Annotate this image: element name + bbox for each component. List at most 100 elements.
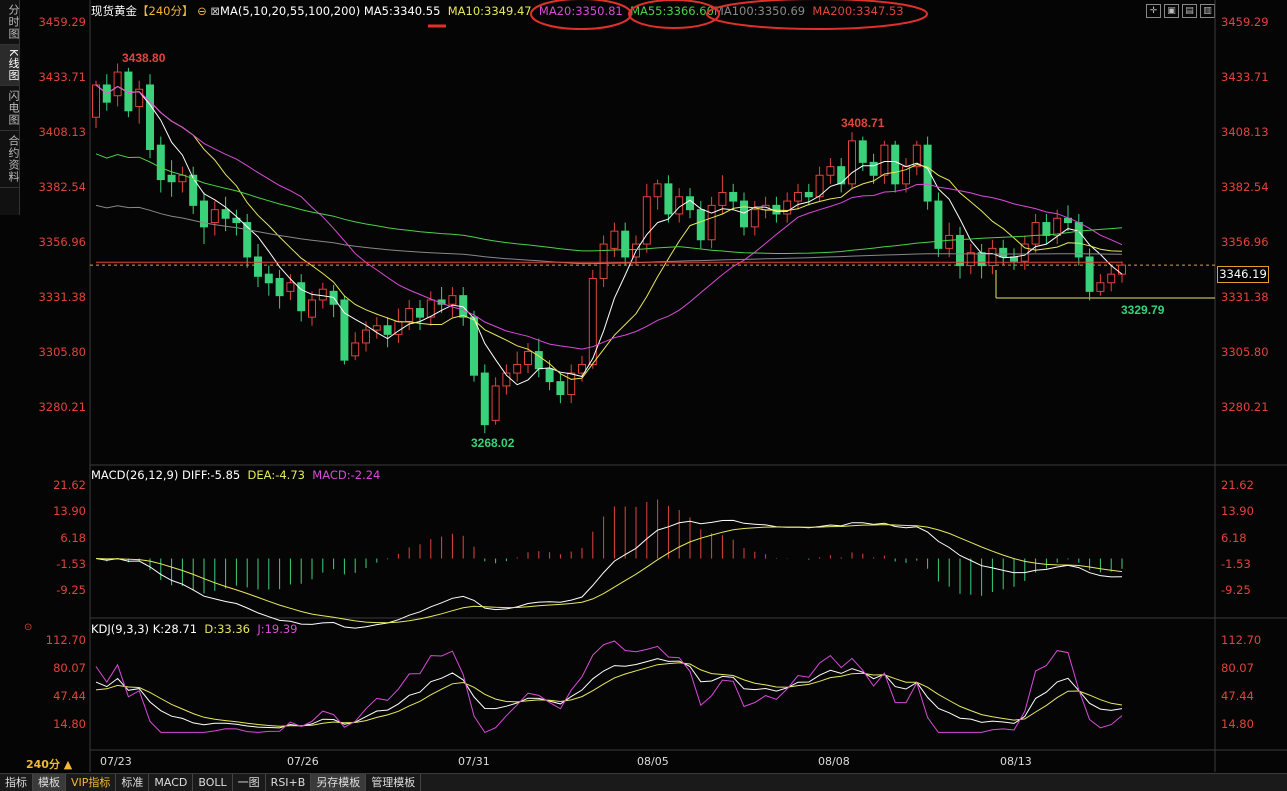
price-axes-tick: 3459.29	[1221, 15, 1269, 29]
price-axes-tick: 3433.71	[1221, 69, 1269, 84]
candle-body	[135, 88, 144, 107]
candle-body	[318, 288, 327, 301]
candle-body	[1053, 217, 1062, 236]
candle-body	[340, 299, 349, 361]
price-axes-tick: 3356.96	[38, 234, 86, 249]
candle-body	[221, 209, 230, 219]
candle-body	[794, 191, 802, 202]
ma100-value: MA100:3350.69	[713, 4, 806, 18]
candle-body	[502, 372, 511, 387]
candle-body	[545, 368, 554, 383]
candle-body	[923, 144, 932, 202]
candle-body	[675, 196, 684, 215]
candle-body	[664, 183, 673, 215]
kdj-j: J:19.39	[257, 622, 298, 636]
symbol-name: 现货黄金	[91, 4, 137, 18]
tab-macd[interactable]: MACD	[149, 774, 194, 791]
candle-body	[632, 243, 640, 258]
kdj-k-line	[95, 658, 1123, 729]
price-axes-tick: 3280.21	[38, 400, 86, 414]
period-selector[interactable]: 240分 ▲	[26, 756, 72, 772]
recent-low-label: 3329.79	[1121, 303, 1165, 317]
candle-body	[804, 191, 813, 198]
price-axes-tick: 3382.54	[1221, 180, 1269, 194]
candle-body	[308, 299, 316, 318]
tab-vip-indicator[interactable]: VIP指标	[66, 774, 117, 791]
candle-body	[891, 144, 900, 185]
ma10-line	[95, 84, 1123, 380]
candle-body	[480, 372, 489, 426]
macd-title: MACD(26,12,9)	[91, 468, 179, 482]
kdj-settings-icon[interactable]: ⊙	[24, 622, 32, 633]
chart-window: { "left_tabs": ["分时图","K线图","闪电图","合约资料"…	[0, 0, 1287, 791]
tab-manage-template[interactable]: 管理模板	[366, 774, 422, 791]
candle-body	[1118, 264, 1126, 275]
candle-body	[718, 191, 727, 206]
candle-body	[534, 351, 543, 370]
candle-body	[113, 71, 122, 97]
candle-body	[761, 204, 770, 211]
candle-body	[448, 295, 457, 305]
candle-body	[837, 166, 846, 185]
candle-body	[329, 290, 338, 305]
crosshair-icon[interactable]: ✛	[1146, 4, 1161, 18]
kdj-title: KDJ(9,3,3)	[91, 622, 150, 636]
candle-body	[156, 144, 165, 181]
candle-body	[210, 209, 219, 224]
candle-body	[815, 174, 824, 198]
settings-icon[interactable]: ⊖	[197, 4, 207, 18]
tab-save-template[interactable]: 另存模板	[311, 774, 367, 791]
kdj-axes-tick: 80.07	[1221, 660, 1254, 675]
candle-body	[653, 183, 662, 198]
ma200-value: MA200:3347.53	[812, 4, 904, 18]
macd-axes-tick: -1.53	[1221, 556, 1251, 571]
date-label: 08/05	[637, 755, 669, 768]
ma10-value: MA10:3349.47	[447, 4, 532, 18]
tab-rsi-b[interactable]: RSI+B	[266, 774, 312, 791]
candle-body	[92, 84, 100, 118]
ma-params: MA(5,10,20,55,100,200)	[220, 4, 361, 18]
ma5-value: MA5:3340.55	[363, 4, 441, 18]
kdj-axes-tick: 47.44	[1221, 688, 1254, 703]
candle-body	[966, 252, 975, 267]
candle-body	[956, 234, 964, 267]
tab-one-chart[interactable]: 一图	[233, 774, 266, 791]
ma20-value: MA20:3350.81	[538, 4, 623, 18]
tab-boll[interactable]: BOLL	[193, 774, 233, 791]
candle-body	[599, 243, 608, 279]
candle-body	[934, 200, 943, 249]
draw-icon[interactable]: ▣	[1164, 4, 1179, 18]
candle-body	[286, 282, 295, 292]
chart-tools: ✛ ▣ ▤ ▥	[1143, 2, 1215, 18]
tab-indicator[interactable]: 指标	[0, 774, 33, 791]
zoom-icon[interactable]: ▥	[1200, 4, 1215, 18]
candle-body	[826, 166, 835, 176]
tab-standard[interactable]: 标准	[116, 774, 150, 791]
candle-body	[1020, 243, 1029, 262]
tab-template[interactable]: 模板	[33, 774, 66, 791]
date-label: 08/13	[1000, 755, 1032, 768]
kdj-axes-tick: 14.80	[1221, 717, 1254, 731]
period-tag: 【240分】	[137, 4, 194, 18]
kdj-axes-tick: 14.80	[53, 717, 86, 731]
date-label: 08/08	[818, 755, 850, 768]
price-axes-tick: 3356.96	[1221, 234, 1269, 249]
candle-body	[621, 230, 630, 258]
macd-axes-tick: 6.18	[60, 530, 86, 545]
macd-axes-tick: -9.25	[56, 583, 86, 597]
candle-body	[588, 277, 597, 365]
candle-body	[977, 252, 986, 267]
template-tabbar: 指标 模板 VIP指标 标准 MACD BOLL 一图 RSI+B 另存模板 管理模板	[0, 773, 1287, 791]
layout-icon[interactable]: ▤	[1182, 4, 1197, 18]
candle-body	[232, 217, 241, 224]
candle-body	[178, 174, 187, 183]
low-price-label: 3268.02	[471, 436, 515, 450]
macd-axes-tick: 21.62	[53, 478, 86, 492]
candle-body	[189, 174, 198, 206]
ma-indicator-icon[interactable]: ⊠	[210, 4, 220, 18]
chart-canvas[interactable]: 3438.80 3408.71 3268.02 3329.79	[0, 0, 1287, 790]
ma55-value: MA55:3366.60	[630, 4, 714, 18]
ma20-line	[95, 84, 1123, 350]
price-axes-tick: 3433.71	[38, 69, 86, 84]
candle-body	[167, 174, 176, 183]
